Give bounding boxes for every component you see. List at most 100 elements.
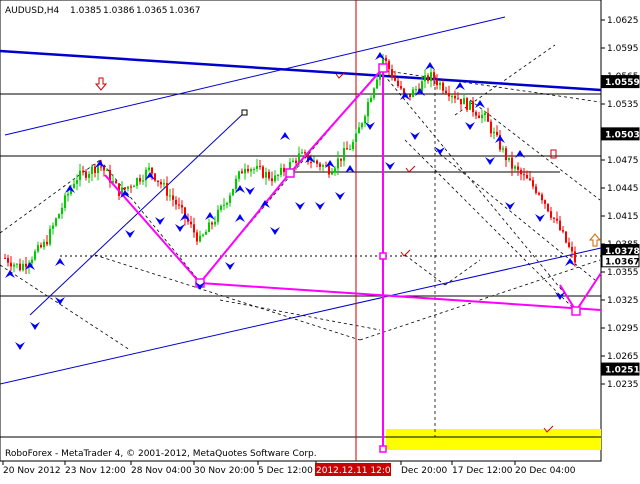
candle-body <box>133 185 135 188</box>
candle-body <box>181 205 183 208</box>
candle-body <box>409 94 411 98</box>
candle-body <box>496 131 498 136</box>
candle-body <box>538 192 540 195</box>
candle-body <box>247 168 249 172</box>
candle-body <box>25 263 27 267</box>
candle-body <box>253 168 255 170</box>
candle-body <box>85 171 87 178</box>
candle-body <box>349 149 351 151</box>
candle-body <box>76 180 78 184</box>
candle-body <box>34 251 36 260</box>
chart[interactable]: AUDUSD,H4 1.0385 1.0386 1.0365 1.0367 Ro… <box>0 0 640 480</box>
candle-body <box>7 258 9 263</box>
candle-body <box>163 183 165 185</box>
x-tick-label: 30 Nov 20:00 <box>194 466 255 476</box>
candle-body <box>292 160 294 162</box>
candle-body <box>124 187 126 189</box>
candle-body <box>256 165 258 169</box>
candle-body <box>46 241 48 245</box>
candle-body <box>16 263 18 265</box>
y-tick-label: 1.0295 <box>607 324 639 334</box>
candle-body <box>10 262 12 267</box>
candle-body <box>346 148 348 150</box>
candle-body <box>169 195 171 197</box>
candle-body <box>457 98 459 100</box>
candle-body <box>388 61 390 70</box>
candle-body <box>322 165 324 167</box>
candle-body <box>67 193 69 196</box>
candle-body <box>274 175 276 182</box>
candle-body <box>238 171 240 179</box>
chart-svg: AUDUSD,H4 1.0385 1.0386 1.0365 1.0367 Ro… <box>0 0 640 480</box>
candle-body <box>439 82 441 86</box>
candle-body <box>394 77 396 81</box>
candle-body <box>208 222 210 232</box>
candle-body <box>514 166 516 169</box>
candle-body <box>484 112 486 116</box>
candle-body <box>334 168 336 173</box>
candle-body <box>367 101 369 117</box>
candle-body <box>310 161 312 163</box>
candle-body <box>205 231 207 235</box>
candle-body <box>244 168 246 174</box>
candle-body <box>511 157 513 169</box>
candle-body <box>13 264 15 267</box>
x-tick-label: 17 Dec 12:00 <box>452 466 513 476</box>
footer-copyright: RoboForex - MetaTrader 4, © 2001-2012, M… <box>5 449 317 459</box>
candle-body <box>55 218 57 226</box>
candle-body <box>331 172 333 175</box>
candle-body <box>550 211 552 218</box>
candle-body <box>430 72 432 81</box>
candle-body <box>475 112 477 116</box>
candle-body <box>61 207 63 215</box>
candle-body <box>535 186 537 193</box>
candle-body <box>214 221 216 225</box>
candle-body <box>229 195 231 203</box>
candle-body <box>97 166 99 173</box>
candle-body <box>568 242 570 247</box>
candle-body <box>448 93 450 97</box>
candle-body <box>400 86 402 89</box>
candle-body <box>559 220 561 230</box>
y-tick-label: 1.0235 <box>607 380 639 390</box>
x-tick-label: 5 Dec 12:00 <box>258 466 313 476</box>
candle-body <box>565 231 567 243</box>
candle-body <box>4 258 6 259</box>
candle-body <box>223 204 225 206</box>
candle-body <box>556 218 558 221</box>
candle-body <box>268 171 270 179</box>
candle-body <box>301 152 303 154</box>
candle-body <box>442 82 444 91</box>
candle-body <box>250 169 252 172</box>
candle-body <box>166 183 168 196</box>
candle-body <box>196 232 198 242</box>
y-tick-label: 1.0415 <box>607 212 639 222</box>
y-tick-label: 1.0445 <box>607 184 639 194</box>
candle-body <box>508 157 510 161</box>
trend-end-handle[interactable] <box>241 109 248 116</box>
candle-body <box>352 142 354 150</box>
candle-body <box>370 97 372 102</box>
candle-body <box>574 251 576 263</box>
candle-body <box>436 80 438 86</box>
candle-body <box>328 165 330 175</box>
ohlc-low: 1.0365 <box>136 6 168 16</box>
candle-body <box>199 235 201 242</box>
candle-body <box>376 79 378 89</box>
candle-body <box>271 178 273 182</box>
candle-body <box>463 98 465 105</box>
candle-body <box>79 170 81 181</box>
candle-body <box>427 75 429 81</box>
candle-body <box>337 158 339 169</box>
candle-body <box>226 202 228 205</box>
candle-body <box>523 174 525 176</box>
x-tick-label: 23 Nov 12:00 <box>65 466 126 476</box>
candle-body <box>364 116 366 124</box>
candle-body <box>115 181 117 184</box>
candle-body <box>172 195 174 200</box>
candle-body <box>358 127 360 134</box>
candle-body <box>40 245 42 248</box>
candle-body <box>202 234 204 236</box>
candle-body <box>451 95 453 97</box>
price-label: 1.0559 <box>605 78 640 88</box>
